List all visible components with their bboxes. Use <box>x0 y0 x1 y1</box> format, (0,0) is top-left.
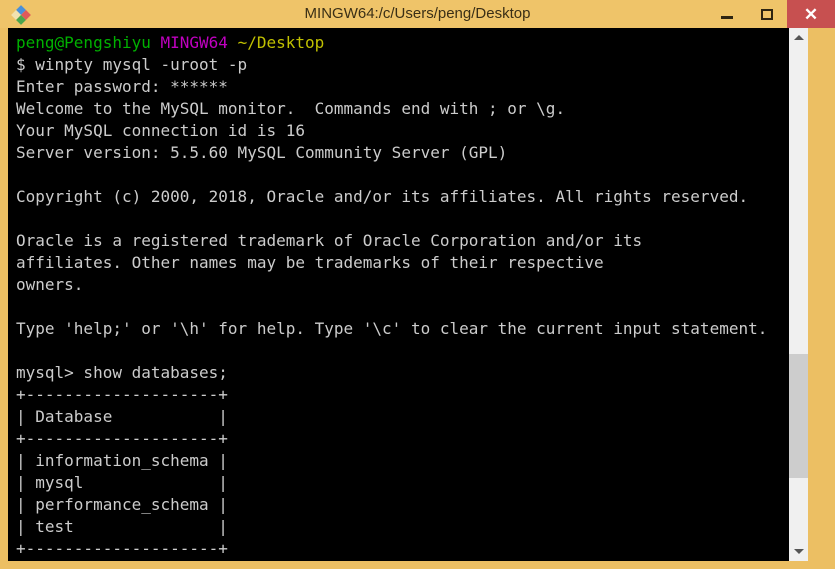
terminal-line: | Database | <box>16 406 767 428</box>
scrollbar-thumb[interactable] <box>789 354 808 478</box>
terminal-line: Welcome to the MySQL monitor. Commands e… <box>16 98 767 120</box>
terminal-text: | test | <box>16 517 228 536</box>
terminal-text: | Database | <box>16 407 228 426</box>
scrollbar-track[interactable] <box>789 47 808 542</box>
terminal-body[interactable]: peng@Pengshiyu MINGW64 ~/Desktop $ winpty… <box>8 28 808 561</box>
terminal-output: peng@Pengshiyu MINGW64 ~/Desktop $ winpty… <box>8 28 767 560</box>
terminal-text: Your MySQL connection id is 16 <box>16 121 305 140</box>
terminal-text: $ winpty mysql -uroot -p <box>16 55 248 74</box>
terminal-text: Copyright (c) 2000, 2018, Oracle and/or … <box>16 187 749 206</box>
terminal-line: Copyright (c) 2000, 2018, Oracle and/or … <box>16 186 767 208</box>
terminal-text: Server version: 5.5.60 MySQL Community S… <box>16 143 508 162</box>
minimize-icon <box>721 15 733 19</box>
terminal-line: +--------------------+ <box>16 428 767 450</box>
terminal-line: Your MySQL connection id is 16 <box>16 120 767 142</box>
terminal-text: | information_schema | <box>16 451 228 470</box>
terminal-line: Type 'help;' or '\h' for help. Type '\c'… <box>16 318 767 340</box>
terminal-text: Enter password: ****** <box>16 77 228 96</box>
terminal-line: Oracle is a registered trademark of Orac… <box>16 230 767 252</box>
vertical-scrollbar[interactable] <box>789 28 808 561</box>
terminal-text: owners. <box>16 275 84 294</box>
terminal-text: Oracle is a registered trademark of Orac… <box>16 231 643 250</box>
terminal-text: MINGW64 <box>160 33 228 52</box>
terminal-text: Type 'help;' or '\h' for help. Type '\c'… <box>16 319 768 338</box>
terminal-text: peng@Pengshiyu <box>16 33 151 52</box>
maximize-icon <box>761 8 773 20</box>
terminal-line: +--------------------+ <box>16 384 767 406</box>
terminal-line: mysql> show databases; <box>16 362 767 384</box>
terminal-line: Server version: 5.5.60 MySQL Community S… <box>16 142 767 164</box>
terminal-text: ~/Desktop <box>237 33 325 52</box>
chevron-up-icon <box>793 35 804 40</box>
scroll-down-arrow[interactable] <box>789 542 808 561</box>
terminal-line: | mysql | <box>16 472 767 494</box>
terminal-text: Welcome to the MySQL monitor. Commands e… <box>16 99 566 118</box>
title-bar[interactable]: MINGW64:/c/Users/peng/Desktop ✕ <box>0 0 835 28</box>
terminal-line: peng@Pengshiyu MINGW64 ~/Desktop <box>16 32 767 54</box>
terminal-line: +--------------------+ <box>16 538 767 560</box>
minimize-button[interactable] <box>707 0 747 28</box>
close-icon: ✕ <box>803 4 819 24</box>
terminal-text: +--------------------+ <box>16 539 228 558</box>
terminal-line: Enter password: ****** <box>16 76 767 98</box>
scroll-up-arrow[interactable] <box>789 28 808 47</box>
close-button[interactable]: ✕ <box>787 0 835 28</box>
terminal-text: +--------------------+ <box>16 385 228 404</box>
terminal-text: affiliates. Other names may be trademark… <box>16 253 604 272</box>
chevron-down-icon <box>793 549 804 554</box>
terminal-line: owners. <box>16 274 767 296</box>
terminal-window: MINGW64:/c/Users/peng/Desktop ✕ peng@Pen… <box>0 0 835 569</box>
maximize-button[interactable] <box>747 0 787 28</box>
terminal-line: $ winpty mysql -uroot -p <box>16 54 767 76</box>
terminal-text: +--------------------+ <box>16 429 228 448</box>
terminal-line: | information_schema | <box>16 450 767 472</box>
terminal-line: affiliates. Other names may be trademark… <box>16 252 767 274</box>
terminal-line: | test | <box>16 516 767 538</box>
terminal-text: | mysql | <box>16 473 228 492</box>
terminal-line: | performance_schema | <box>16 494 767 516</box>
terminal-text: mysql> show databases; <box>16 363 228 382</box>
terminal-text: | performance_schema | <box>16 495 228 514</box>
